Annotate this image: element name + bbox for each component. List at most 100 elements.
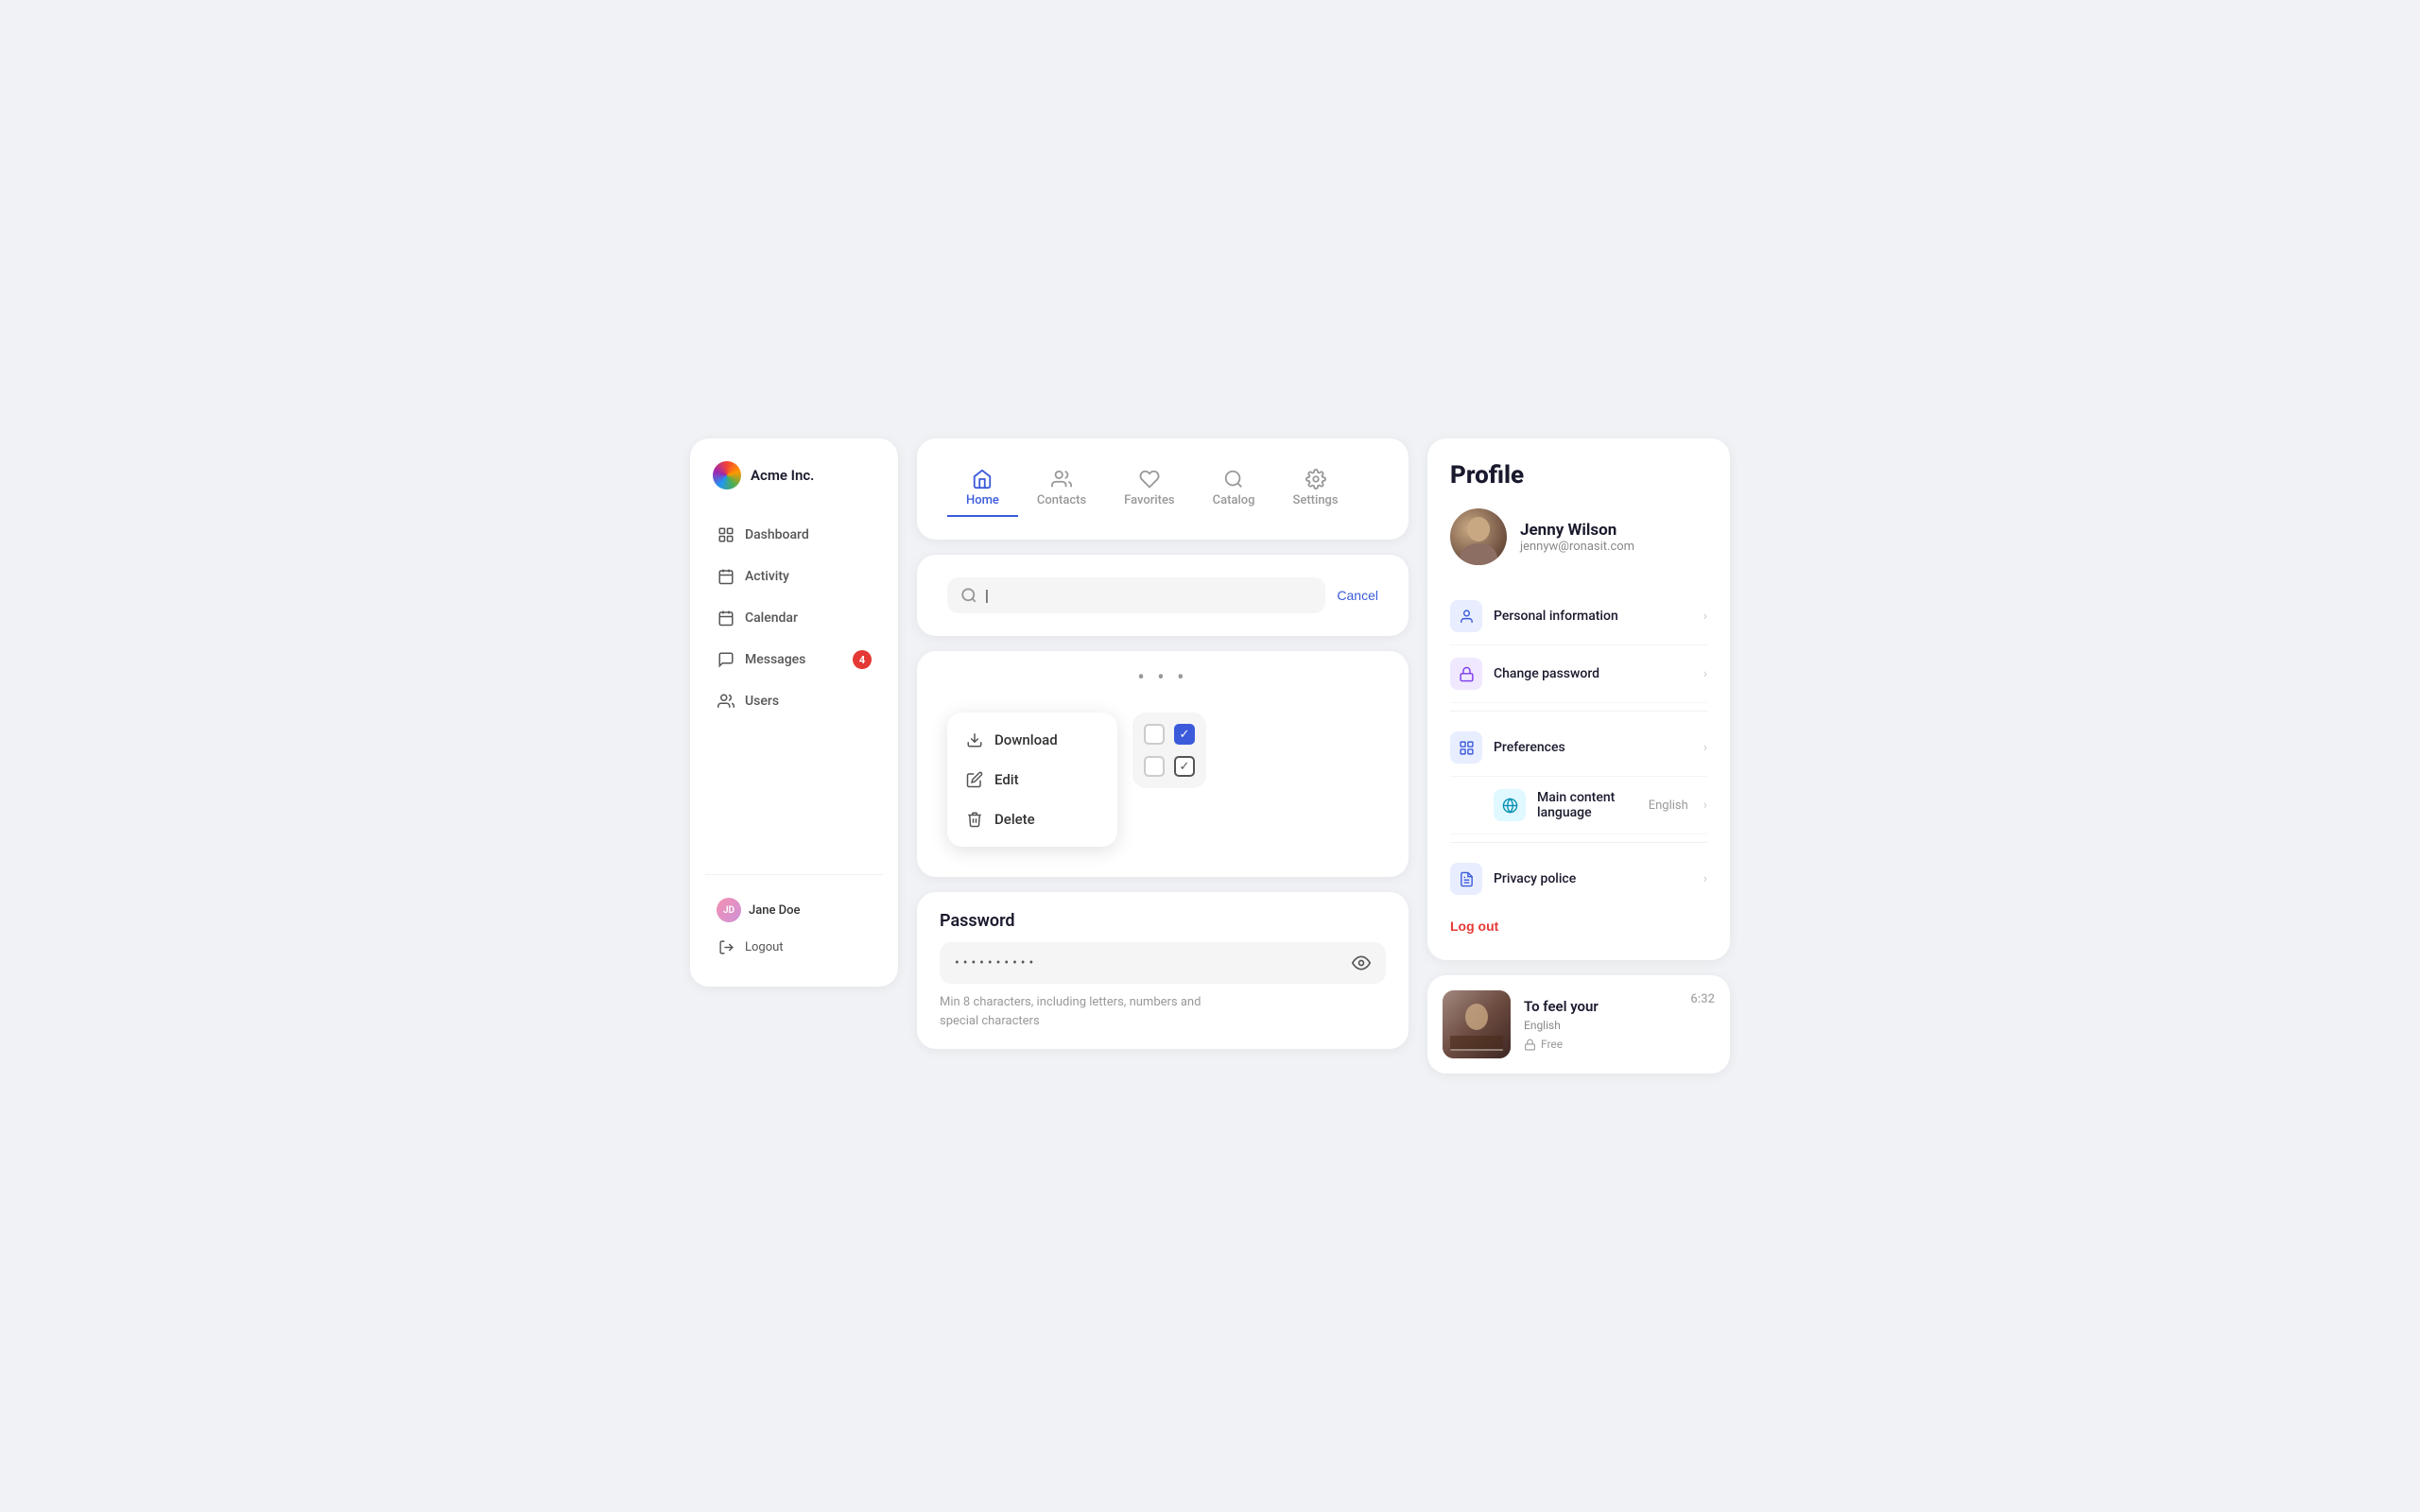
profile-user-row: Jenny Wilson jennyw@ronasit.com xyxy=(1450,508,1707,565)
dots-menu-trigger[interactable]: • • • xyxy=(932,666,1393,690)
profile-menu-language[interactable]: Main content language English › xyxy=(1450,777,1707,834)
tab-catalog[interactable]: Catalog xyxy=(1194,461,1274,517)
avatar: JD xyxy=(717,898,741,922)
checkbox-row-2: ✓ xyxy=(1144,756,1195,777)
messages-icon xyxy=(717,650,735,669)
profile-name: Jenny Wilson xyxy=(1520,521,1634,540)
logo-icon xyxy=(713,461,741,490)
profile-menu-label: Preferences xyxy=(1494,740,1692,755)
context-menu: Download Edit Delete xyxy=(947,713,1117,847)
password-field-wrap: •••••••••• xyxy=(940,942,1386,984)
checkboxes-group: ✓ ✓ xyxy=(1132,713,1206,788)
profile-user-info: Jenny Wilson jennyw@ronasit.com xyxy=(1520,521,1634,554)
language-icon xyxy=(1494,789,1526,821)
context-menu-item-label: Delete xyxy=(994,811,1035,828)
context-card: • • • Download Edit xyxy=(917,651,1409,877)
profile-menu-change-password[interactable]: Change password › xyxy=(1450,645,1707,703)
password-card: Password •••••••••• Min 8 characters, in… xyxy=(917,892,1409,1049)
sidebar-item-label: Users xyxy=(745,694,779,709)
context-menu-delete[interactable]: Delete xyxy=(947,799,1117,839)
right-panel: Profile Jenny Wilson jennyw@ronasit.com … xyxy=(1427,438,1730,1074)
sidebar-item-label: Activity xyxy=(745,569,789,584)
media-title: To feel your xyxy=(1524,998,1677,1015)
password-hint: Min 8 characters, including letters, num… xyxy=(940,993,1386,1030)
checkbox-row-1: ✓ xyxy=(1144,724,1195,745)
favorites-icon xyxy=(1139,469,1160,490)
delete-icon xyxy=(966,811,983,828)
profile-menu-privacy[interactable]: Privacy police › xyxy=(1450,850,1707,907)
chevron-icon: › xyxy=(1703,798,1707,813)
logout-button[interactable]: Log out xyxy=(1450,907,1498,937)
sidebar-item-activity[interactable]: Activity xyxy=(705,558,883,595)
profile-menu-label: Privacy police xyxy=(1494,871,1692,886)
tab-label: Home xyxy=(966,493,999,507)
profile-title: Profile xyxy=(1450,461,1707,490)
section-divider xyxy=(1450,842,1707,843)
logout-item[interactable]: Logout xyxy=(705,930,883,964)
section-divider xyxy=(1450,711,1707,712)
context-menu-edit[interactable]: Edit xyxy=(947,760,1117,799)
main-panel: Home Contacts Favorites xyxy=(917,438,1409,1049)
language-value: English xyxy=(1649,799,1688,813)
tab-contacts[interactable]: Contacts xyxy=(1018,461,1105,517)
dashboard-icon xyxy=(717,525,735,544)
media-free-row: Free xyxy=(1524,1038,1677,1051)
search-input[interactable] xyxy=(985,588,1312,604)
profile-card: Profile Jenny Wilson jennyw@ronasit.com … xyxy=(1427,438,1730,960)
profile-email: jennyw@ronasit.com xyxy=(1520,540,1634,554)
edit-icon xyxy=(966,771,983,788)
tab-home[interactable]: Home xyxy=(947,461,1018,517)
logout-icon xyxy=(717,937,735,956)
profile-menu-label: Personal information xyxy=(1494,609,1692,624)
tab-label: Contacts xyxy=(1037,493,1086,507)
profile-menu-preferences[interactable]: Preferences › xyxy=(1450,719,1707,777)
catalog-icon xyxy=(1223,469,1244,490)
context-area: Download Edit Delete xyxy=(932,697,1393,862)
search-card: Cancel xyxy=(917,555,1409,636)
sidebar-item-dashboard[interactable]: Dashboard xyxy=(705,516,883,554)
sidebar-logo: Acme Inc. xyxy=(705,461,883,490)
chevron-icon: › xyxy=(1703,871,1707,886)
checkbox-checked-1[interactable]: ✓ xyxy=(1174,724,1195,745)
profile-menu-label: Main content language xyxy=(1537,790,1637,820)
checkbox-unchecked-1[interactable] xyxy=(1144,724,1165,745)
chevron-icon: › xyxy=(1703,740,1707,755)
tab-settings[interactable]: Settings xyxy=(1274,461,1357,517)
personal-info-icon xyxy=(1450,600,1482,632)
sidebar-item-messages[interactable]: Messages 4 xyxy=(705,641,883,679)
media-free-label: Free xyxy=(1541,1038,1563,1051)
context-menu-item-label: Edit xyxy=(994,771,1019,788)
chevron-icon: › xyxy=(1703,609,1707,624)
change-password-icon xyxy=(1450,658,1482,690)
context-menu-item-label: Download xyxy=(994,731,1058,748)
contacts-icon xyxy=(1051,469,1072,490)
context-menu-download[interactable]: Download xyxy=(947,720,1117,760)
privacy-icon xyxy=(1450,863,1482,895)
tab-bar-card: Home Contacts Favorites xyxy=(917,438,1409,540)
logout-label: Logout xyxy=(745,940,784,954)
tab-favorites[interactable]: Favorites xyxy=(1105,461,1193,517)
tab-label: Settings xyxy=(1293,493,1339,507)
media-card[interactable]: To feel your English Free 6:32 xyxy=(1427,975,1730,1074)
profile-menu-personal-info[interactable]: Personal information › xyxy=(1450,588,1707,645)
sidebar: Acme Inc. Dashboard Activity Calendar xyxy=(690,438,898,987)
calendar-icon xyxy=(717,609,735,627)
sidebar-item-calendar[interactable]: Calendar xyxy=(705,599,883,637)
checkbox-unchecked-2[interactable] xyxy=(1144,756,1165,777)
media-thumbnail xyxy=(1443,990,1511,1058)
search-input-wrap[interactable] xyxy=(947,577,1325,613)
search-container: Cancel xyxy=(932,570,1393,621)
chevron-icon: › xyxy=(1703,666,1707,681)
sidebar-user[interactable]: JD Jane Doe xyxy=(705,890,883,930)
cancel-button[interactable]: Cancel xyxy=(1337,588,1378,603)
search-icon xyxy=(960,587,977,604)
settings-icon xyxy=(1305,469,1326,490)
media-language: English xyxy=(1524,1019,1677,1032)
eye-icon[interactable] xyxy=(1352,954,1371,972)
tab-label: Favorites xyxy=(1124,493,1174,507)
sidebar-nav: Dashboard Activity Calendar Messages 4 xyxy=(705,516,883,859)
checkbox-checked-outline-2[interactable]: ✓ xyxy=(1174,756,1195,777)
sidebar-item-users[interactable]: Users xyxy=(705,682,883,720)
profile-menu-label: Change password xyxy=(1494,666,1692,681)
sidebar-logo-text: Acme Inc. xyxy=(751,467,814,484)
